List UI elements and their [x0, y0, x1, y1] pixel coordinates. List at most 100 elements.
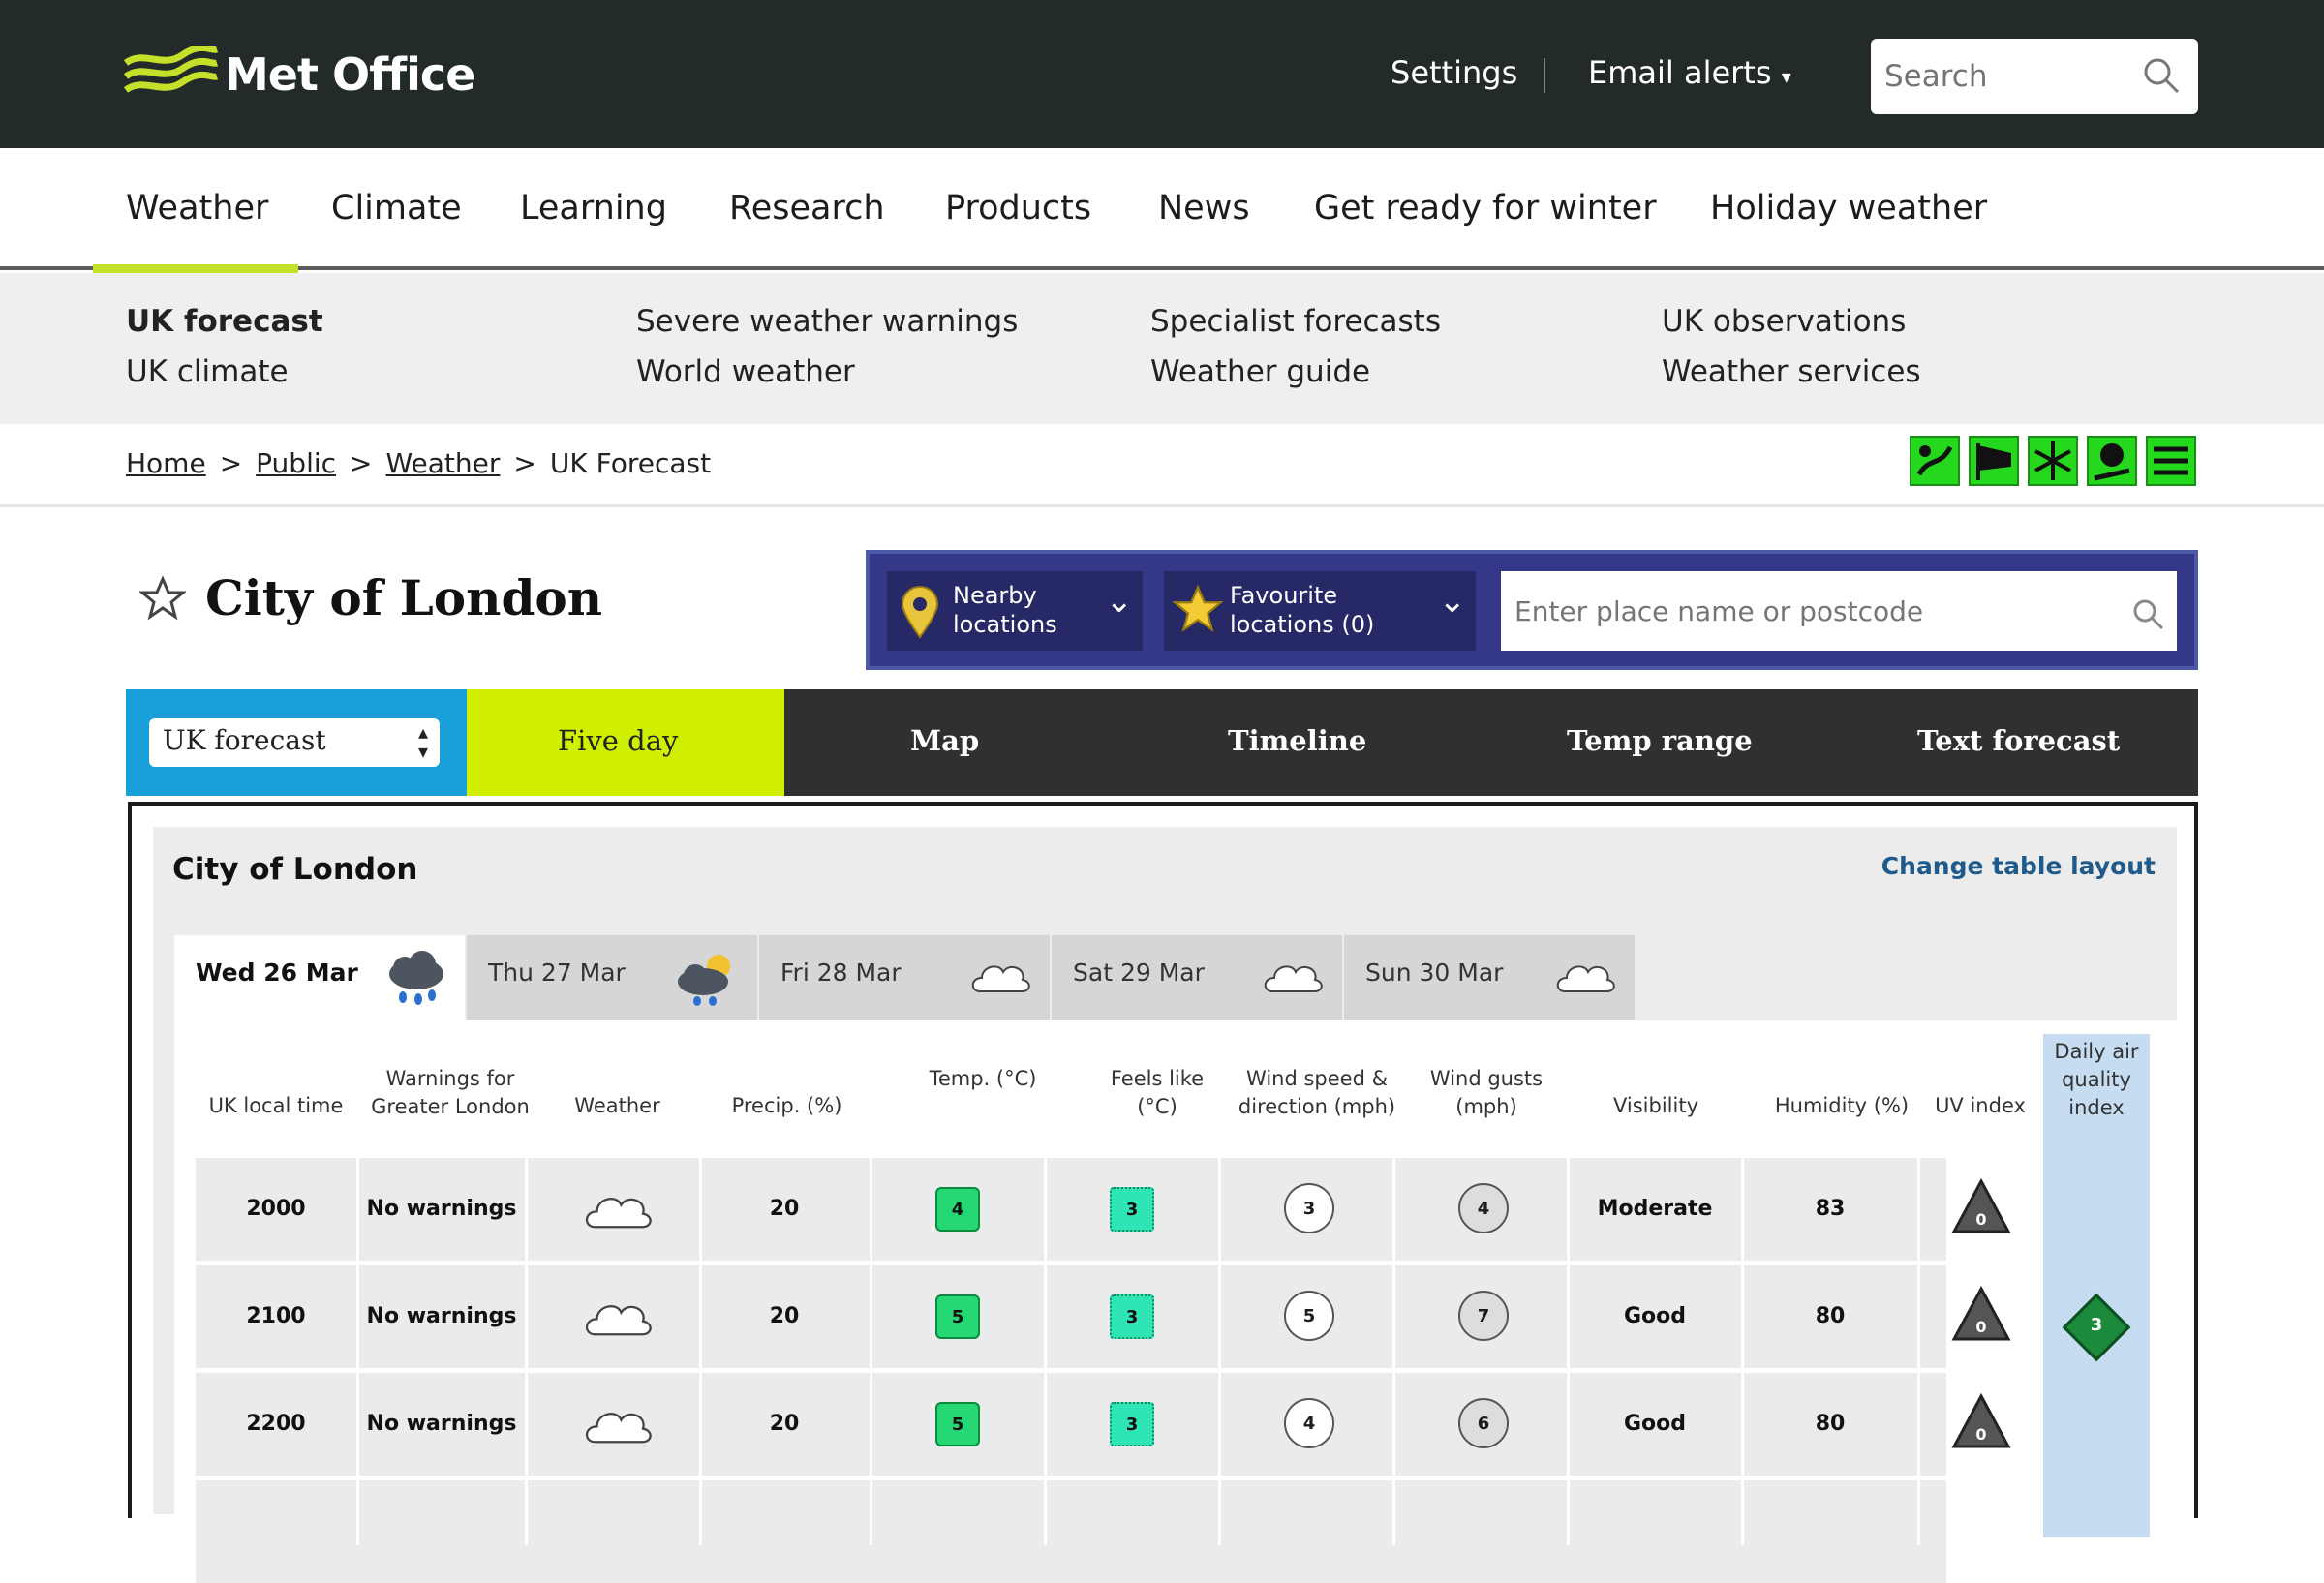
day-label: Sun 30 Mar [1365, 959, 1504, 987]
nav-weather[interactable]: Weather [126, 189, 268, 228]
cloud-icon [1264, 965, 1323, 992]
subnav-weather-guide[interactable]: Weather guide [1150, 354, 1370, 389]
breadcrumb-weather[interactable]: Weather [386, 447, 501, 479]
favourite-star-icon[interactable] [139, 574, 186, 622]
cell-visibility: Good [1623, 1412, 1687, 1436]
email-alerts-dropdown[interactable]: Email alerts ▾ [1588, 54, 1791, 91]
location-pin-icon [901, 586, 939, 639]
cell-precip: 20 [769, 1412, 800, 1436]
breadcrumb: Home > Public > Weather > UK Forecast [126, 447, 711, 479]
uv-value: 0 [1975, 1318, 1987, 1336]
day-tab-wed[interactable]: Wed 26 Mar [174, 935, 465, 1020]
search-icon[interactable] [2132, 598, 2165, 631]
cell-warnings: No warnings [366, 1197, 517, 1221]
cell-time: 2000 [246, 1197, 306, 1221]
cell-time: 2200 [246, 1412, 306, 1436]
header-visibility: Visibility [1612, 1094, 1698, 1117]
column-divider [1044, 1158, 1047, 1545]
sun-cloud-rain-icon [678, 955, 730, 1006]
nav-research[interactable]: Research [729, 189, 885, 228]
cloud-icon [1556, 965, 1615, 992]
tab-map[interactable]: Map [910, 724, 979, 757]
temp-badge: 5 [935, 1294, 980, 1339]
uv-value: 0 [1975, 1425, 1987, 1444]
day-tab-thu[interactable]: Thu 27 Mar [467, 935, 757, 1020]
select-arrows-icon: ▴ ▾ [417, 720, 428, 763]
change-table-layout-link[interactable]: Change table layout [1881, 852, 2156, 880]
favourite-locations-label: Favourite locations (0) [1230, 582, 1375, 638]
day-tab-sat[interactable]: Sat 29 Mar [1052, 935, 1342, 1020]
header-time: UK local time [208, 1094, 344, 1117]
ice-icon[interactable] [2087, 436, 2137, 486]
header-humidity: Humidity (%) [1774, 1094, 1910, 1117]
forecast-panel-inner: City of London Change table layout Wed 2… [153, 827, 2177, 1583]
menu-icon[interactable] [2146, 436, 2196, 486]
tab-temp-range[interactable]: Temp range [1567, 724, 1753, 757]
forecast-type-value: UK forecast [163, 724, 326, 756]
breadcrumb-sep: > [219, 447, 243, 479]
wind-gust-dial: 6 [1458, 1398, 1509, 1448]
subnav-severe-warnings[interactable]: Severe weather warnings [636, 304, 1018, 339]
search-icon[interactable] [2142, 56, 2181, 95]
tab-text-forecast[interactable]: Text forecast [1917, 724, 2120, 757]
site-search-input[interactable] [1884, 52, 2126, 101]
subnav-uk-observations[interactable]: UK observations [1662, 304, 1906, 339]
header-temp: Temp. (°C) [929, 1067, 1037, 1090]
cell-precip: 20 [769, 1197, 800, 1221]
forecast-type-select[interactable]: UK forecast ▴ ▾ [149, 718, 440, 767]
panel-title: City of London [172, 852, 418, 887]
wind-gust-dial: 4 [1458, 1183, 1509, 1233]
column-divider [525, 1158, 528, 1545]
wind-direction-dial: 5 [1284, 1291, 1334, 1341]
email-alerts-label: Email alerts [1588, 54, 1772, 91]
nearby-locations-dropdown[interactable]: Nearby locations ⌄ [887, 571, 1143, 651]
place-search-input[interactable] [1501, 571, 2177, 651]
main-nav: Weather Climate Learning Research Produc… [0, 148, 2324, 270]
feels-like-badge: 3 [1110, 1187, 1154, 1232]
day-label: Wed 26 Mar [196, 959, 358, 987]
header-warnings: Warnings for Greater London [371, 1067, 530, 1118]
nav-get-ready-winter[interactable]: Get ready for winter [1314, 189, 1657, 228]
caret-down-icon: ▾ [1781, 65, 1791, 88]
snowflake-icon[interactable] [2028, 436, 2078, 486]
cell-warnings: No warnings [366, 1304, 517, 1328]
column-divider [1917, 1158, 1920, 1545]
favourite-locations-dropdown[interactable]: Favourite locations (0) ⌄ [1164, 571, 1476, 651]
sub-nav: UK forecast UK climate Severe weather wa… [0, 273, 2324, 424]
subnav-weather-services[interactable]: Weather services [1662, 354, 1921, 389]
day-tab-sun[interactable]: Sun 30 Mar [1344, 935, 1635, 1020]
settings-link[interactable]: Settings [1391, 54, 1517, 91]
site-search [1871, 39, 2198, 114]
subnav-uk-forecast[interactable]: UK forecast [126, 304, 323, 339]
breadcrumb-current: UK Forecast [549, 447, 712, 479]
breadcrumb-public[interactable]: Public [256, 447, 336, 479]
tab-timeline[interactable]: Timeline [1228, 724, 1366, 757]
day-tab-fri[interactable]: Fri 28 Mar [759, 935, 1050, 1020]
breadcrumb-sep: > [513, 447, 536, 479]
page-title: City of London [205, 569, 603, 626]
temp-badge: 4 [935, 1187, 980, 1232]
nav-products[interactable]: Products [945, 189, 1091, 228]
header-precip: Precip. (%) [731, 1094, 842, 1117]
nav-learning[interactable]: Learning [520, 189, 667, 228]
windsock-icon[interactable] [1969, 436, 2019, 486]
subnav-uk-climate[interactable]: UK climate [126, 354, 289, 389]
tab-five-day[interactable]: Five day [467, 689, 784, 796]
header-uv: UV index [1935, 1094, 2026, 1117]
chevron-down-icon: ⌄ [1105, 582, 1134, 621]
cell-humidity: 80 [1815, 1304, 1846, 1328]
day-label: Fri 28 Mar [780, 959, 902, 987]
subnav-world-weather[interactable]: World weather [636, 354, 855, 389]
nav-climate[interactable]: Climate [331, 189, 462, 228]
breadcrumb-home[interactable]: Home [126, 447, 206, 479]
active-nav-indicator [93, 264, 298, 273]
met-office-logo[interactable]: Met Office [124, 41, 475, 108]
nav-news[interactable]: News [1158, 189, 1250, 228]
subnav-specialist-forecasts[interactable]: Specialist forecasts [1150, 304, 1441, 339]
nav-holiday-weather[interactable]: Holiday weather [1710, 189, 1987, 228]
brand-name: Met Office [225, 48, 475, 101]
wind-direction-dial: 4 [1284, 1398, 1334, 1448]
rain-cloud-icon [389, 951, 443, 1005]
cell-humidity: 80 [1815, 1412, 1846, 1436]
pollen-icon[interactable] [1910, 436, 1960, 486]
